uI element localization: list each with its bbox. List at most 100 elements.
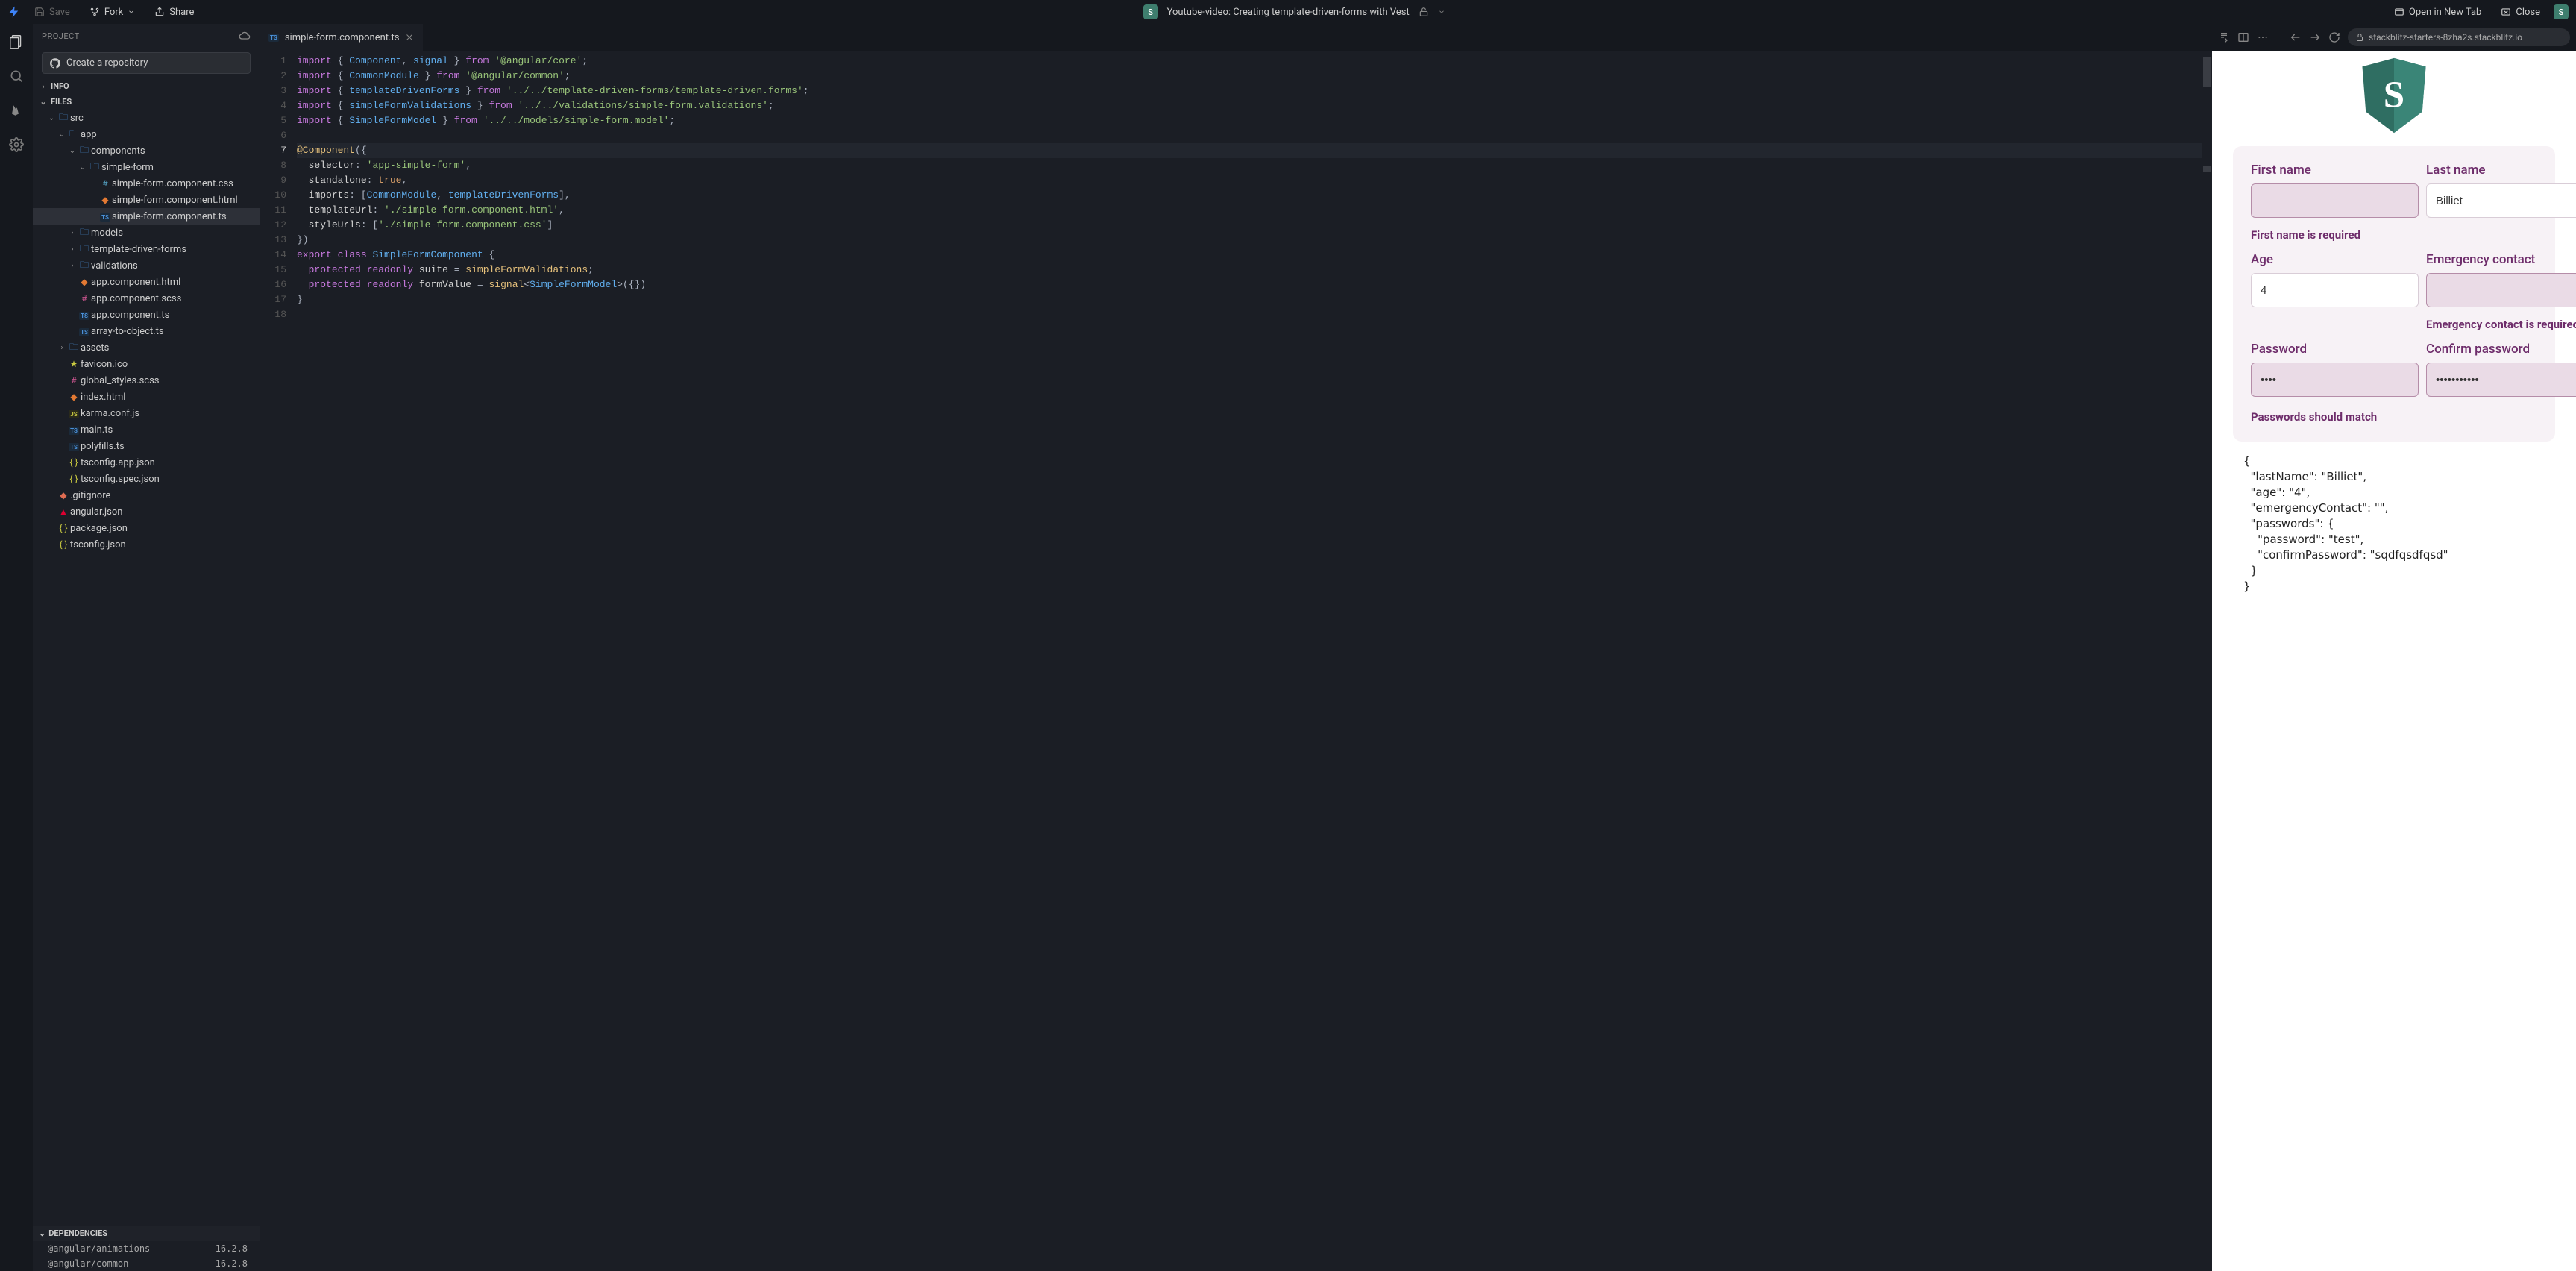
- unlock-icon[interactable]: [1419, 7, 1429, 17]
- svg-text:S: S: [2384, 75, 2404, 116]
- ts-icon: TS: [268, 34, 279, 42]
- code-editor[interactable]: 123456789101112131415161718 import { Com…: [260, 51, 2212, 1271]
- first-name-label: First name: [2251, 163, 2419, 178]
- share-button[interactable]: Share: [148, 4, 200, 21]
- app-logo: S: [2233, 57, 2555, 146]
- file-item[interactable]: { }package.json: [33, 520, 260, 536]
- settings-icon[interactable]: [6, 134, 27, 155]
- close-button[interactable]: Close: [2495, 4, 2546, 21]
- confirm-label: Confirm password: [2426, 342, 2576, 357]
- save-button[interactable]: Save: [28, 4, 76, 21]
- firebase-icon[interactable]: [6, 100, 27, 121]
- folder-item[interactable]: ›🗀template-driven-forms: [33, 241, 260, 257]
- file-item[interactable]: TSpolyfills.ts: [33, 438, 260, 454]
- file-item[interactable]: ★favicon.ico: [33, 356, 260, 372]
- confirm-input[interactable]: [2426, 363, 2576, 397]
- create-repo-button[interactable]: Create a repository: [42, 52, 251, 74]
- file-item[interactable]: #global_styles.scss: [33, 372, 260, 389]
- split-view-icon[interactable]: [2237, 31, 2249, 43]
- last-name-label: Last name: [2426, 163, 2576, 178]
- chevron-down-icon: [128, 8, 135, 16]
- file-item[interactable]: TSapp.component.ts: [33, 307, 260, 323]
- owner-avatar[interactable]: S: [1143, 4, 1158, 19]
- format-icon[interactable]: [2218, 31, 2230, 43]
- close-tab-icon[interactable]: [405, 33, 414, 42]
- file-item[interactable]: { }tsconfig.app.json: [33, 454, 260, 471]
- age-field: Age: [2251, 252, 2419, 307]
- preview-frame[interactable]: S First name Last name First name is r: [2212, 51, 2576, 1271]
- age-label: Age: [2251, 252, 2419, 267]
- address-bar[interactable]: stackblitz-starters-8zha2s.stackblitz.io: [2348, 28, 2570, 46]
- preview-pane: stackblitz-starters-8zha2s.stackblitz.io…: [2212, 24, 2576, 1271]
- first-name-input[interactable]: [2251, 183, 2419, 218]
- deps-section[interactable]: ⌄DEPENDENCIES: [33, 1226, 260, 1241]
- sidebar: PROJECT Create a repository ›INFO ⌄FILES…: [33, 24, 260, 1271]
- dependency-row[interactable]: @angular/animations16.2.8: [33, 1241, 260, 1256]
- share-label: Share: [169, 7, 194, 18]
- folder-item[interactable]: ›🗀models: [33, 225, 260, 241]
- editor-tab[interactable]: TS simple-form.component.ts: [260, 24, 424, 51]
- fork-button[interactable]: Fork: [84, 4, 141, 21]
- sidebar-title: PROJECT: [42, 31, 80, 41]
- folder-item[interactable]: ⌄🗀src: [33, 110, 260, 126]
- cloud-icon[interactable]: [239, 30, 251, 42]
- file-item[interactable]: ◆index.html: [33, 389, 260, 405]
- file-item[interactable]: ◆.gitignore: [33, 487, 260, 503]
- age-input[interactable]: [2251, 273, 2419, 307]
- file-item[interactable]: #simple-form.component.css: [33, 175, 260, 192]
- file-item[interactable]: ◆app.component.html: [33, 274, 260, 290]
- project-title[interactable]: Youtube-video: Creating template-driven-…: [1167, 7, 1410, 18]
- file-item[interactable]: TSarray-to-object.ts: [33, 323, 260, 339]
- file-item[interactable]: { }tsconfig.spec.json: [33, 471, 260, 487]
- editor-tabs: TS simple-form.component.ts: [260, 24, 2212, 51]
- open-new-tab-button[interactable]: Open in New Tab: [2388, 4, 2487, 21]
- tab-label: simple-form.component.ts: [285, 32, 400, 43]
- last-name-field: Last name: [2426, 163, 2576, 218]
- first-name-error: First name is required: [2251, 228, 2419, 242]
- chevron-down-icon[interactable]: [1438, 8, 1445, 16]
- confirm-field: Confirm password: [2426, 342, 2576, 397]
- emergency-input[interactable]: [2426, 273, 2576, 307]
- info-section[interactable]: ›INFO: [33, 78, 260, 94]
- emergency-field: Emergency contact: [2426, 252, 2576, 307]
- top-toolbar: Save Fork Share S Youtube-video: Creatin…: [0, 0, 2576, 24]
- close-label: Close: [2516, 7, 2540, 18]
- folder-item[interactable]: ⌄🗀app: [33, 126, 260, 142]
- reload-icon[interactable]: [2328, 31, 2340, 43]
- password-label: Password: [2251, 342, 2419, 357]
- password-input[interactable]: [2251, 363, 2419, 397]
- nav-back-icon[interactable]: [2290, 31, 2302, 43]
- folder-item[interactable]: ›🗀validations: [33, 257, 260, 274]
- file-item[interactable]: #app.component.scss: [33, 290, 260, 307]
- nav-forward-icon[interactable]: [2309, 31, 2321, 43]
- file-item[interactable]: { }tsconfig.json: [33, 536, 260, 553]
- preview-toolbar: stackblitz-starters-8zha2s.stackblitz.io: [2212, 24, 2576, 51]
- file-item[interactable]: ▲angular.json: [33, 503, 260, 520]
- emergency-label: Emergency contact: [2426, 252, 2576, 267]
- file-item[interactable]: TSsimple-form.component.ts: [33, 208, 260, 225]
- folder-item[interactable]: ›🗀assets: [33, 339, 260, 356]
- create-repo-label: Create a repository: [66, 57, 148, 69]
- stackblitz-logo-icon[interactable]: [7, 5, 21, 19]
- file-item[interactable]: ◆simple-form.component.html: [33, 192, 260, 208]
- emergency-error: Emergency contact is required: [2426, 318, 2576, 331]
- preview-url: stackblitz-starters-8zha2s.stackblitz.io: [2369, 32, 2522, 43]
- explorer-icon[interactable]: [6, 31, 27, 52]
- file-item[interactable]: TSmain.ts: [33, 421, 260, 438]
- passwords-error: Passwords should match: [2251, 410, 2576, 424]
- search-icon[interactable]: [6, 66, 27, 87]
- more-icon[interactable]: [2257, 31, 2269, 43]
- last-name-input[interactable]: [2426, 183, 2576, 218]
- user-avatar[interactable]: S: [2554, 4, 2569, 19]
- password-field: Password: [2251, 342, 2419, 397]
- first-name-field: First name: [2251, 163, 2419, 218]
- save-label: Save: [49, 7, 70, 18]
- minimap[interactable]: [2202, 54, 2212, 1271]
- fork-label: Fork: [104, 7, 123, 18]
- form-card: First name Last name First name is requi…: [2233, 146, 2555, 442]
- folder-item[interactable]: ⌄🗀simple-form: [33, 159, 260, 175]
- file-item[interactable]: JSkarma.conf.js: [33, 405, 260, 421]
- dependency-row[interactable]: @angular/common16.2.8: [33, 1256, 260, 1271]
- files-section[interactable]: ⌄FILES: [33, 94, 260, 110]
- folder-item[interactable]: ⌄🗀components: [33, 142, 260, 159]
